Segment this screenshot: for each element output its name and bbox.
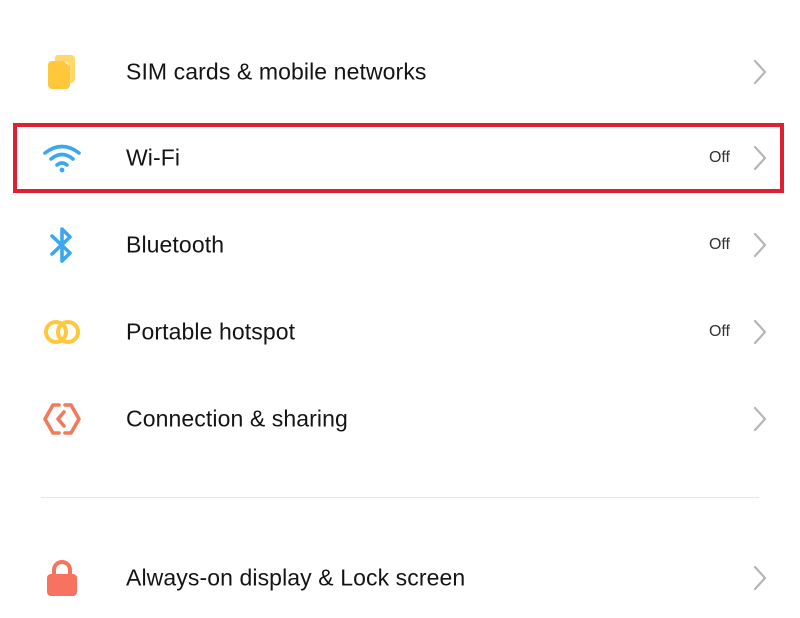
settings-item-bluetooth[interactable]: Bluetooth Off <box>0 205 800 285</box>
settings-item-portable-hotspot[interactable]: Portable hotspot Off <box>0 292 800 372</box>
settings-item-label: Wi-Fi <box>126 144 181 171</box>
settings-item-label: Portable hotspot <box>126 318 296 345</box>
chevron-right-icon <box>753 319 767 345</box>
chevron-right-icon <box>753 232 767 258</box>
chevron-right-icon <box>753 406 767 432</box>
hotspot-icon <box>40 310 84 354</box>
settings-item-always-on-display-lock-screen[interactable]: Always-on display & Lock screen <box>0 538 800 618</box>
sim-card-icon <box>40 50 84 94</box>
settings-item-connection-sharing[interactable]: Connection & sharing <box>0 379 800 459</box>
lock-icon <box>40 556 84 600</box>
settings-item-status: Off <box>708 236 730 253</box>
connection-sharing-icon <box>40 397 84 441</box>
bluetooth-icon <box>40 223 84 267</box>
settings-item-sim-cards[interactable]: SIM cards & mobile networks <box>0 32 800 112</box>
chevron-right-icon <box>753 59 767 85</box>
chevron-right-icon <box>753 565 767 591</box>
settings-item-wifi[interactable]: Wi-Fi Off <box>0 118 800 198</box>
settings-item-label: Always-on display & Lock screen <box>126 564 466 591</box>
chevron-right-icon <box>753 145 767 171</box>
settings-item-label: Bluetooth <box>126 231 225 258</box>
settings-item-status: Off <box>708 323 730 340</box>
wifi-icon <box>40 136 84 180</box>
settings-item-label: SIM cards & mobile networks <box>126 58 427 85</box>
section-divider <box>41 497 759 498</box>
settings-item-label: Connection & sharing <box>126 405 348 432</box>
settings-item-status: Off <box>708 149 730 166</box>
